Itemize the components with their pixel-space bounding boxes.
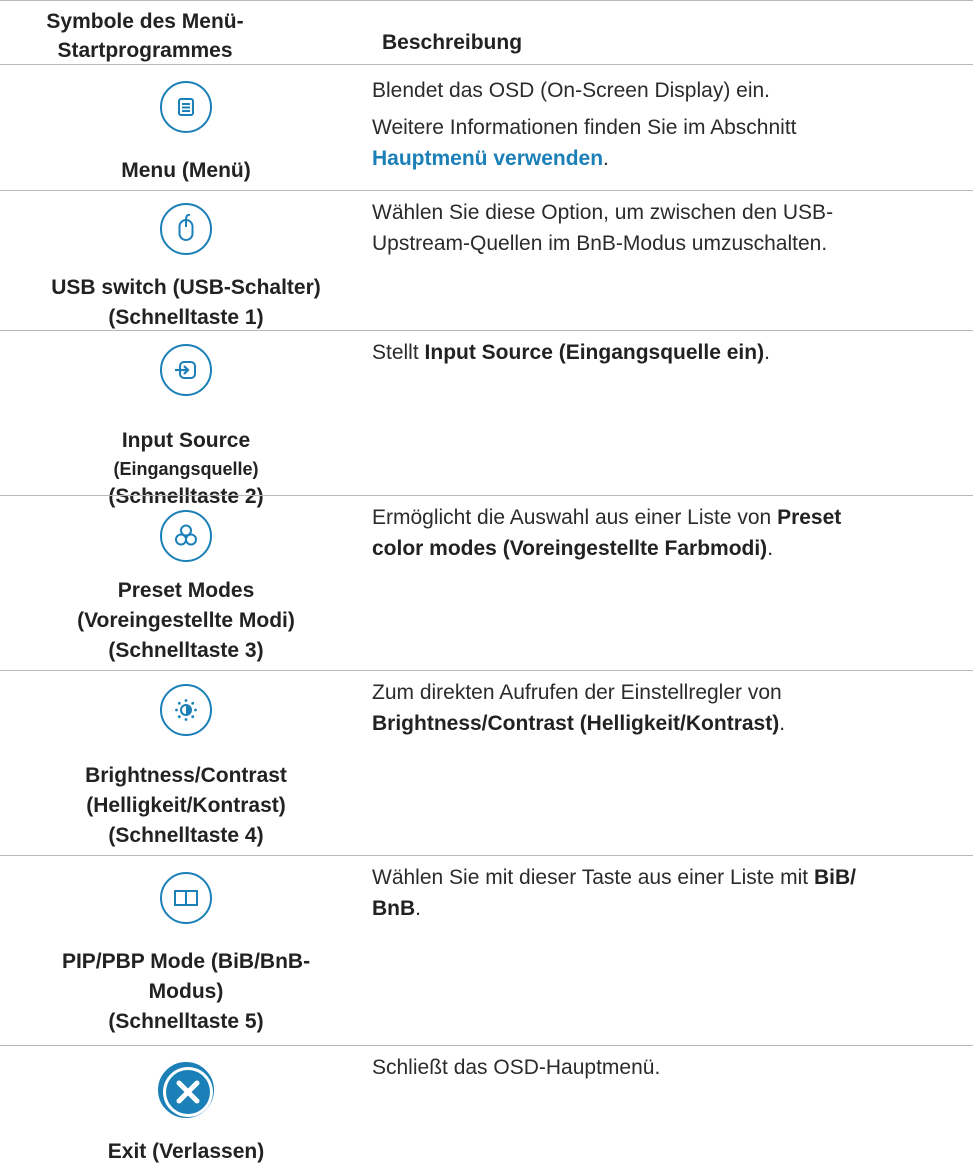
menu-button[interactable] [160, 81, 212, 133]
pip-desc-bold1: BiB/ [813, 866, 856, 889]
brightness-label-line3: (Schnelltaste 4) [108, 824, 264, 847]
exit-label: Exit (Verlassen) [0, 1137, 372, 1167]
exit-button[interactable] [158, 1062, 214, 1118]
preset-desc-prefix: Ermöglicht die Auswahl aus einer Liste v… [372, 506, 778, 529]
table-row-input-source: Input Source (Eingangsquelle) (Schnellta… [0, 330, 973, 508]
usb-desc-line1: Wählen Sie diese Option, um zwischen den… [372, 201, 834, 224]
table-row-pip-pbp: PIP/PBP Mode (BiB/BnB- Modus) (Schnellta… [0, 855, 973, 1045]
menu-desc-prefix: Weitere Informationen finden Sie im Absc… [372, 116, 797, 139]
pip-pbp-description: Wählen Sie mit dieser Taste aus einer Li… [372, 862, 962, 924]
header-description: Beschreibung [382, 31, 523, 54]
exit-close-icon [163, 1067, 213, 1117]
table-header-row: Symbole des Menü- Startprogrammes Beschr… [0, 0, 973, 64]
exit-label-line1: Exit (Verlassen) [107, 1140, 265, 1163]
input-source-description: Stellt Input Source (Eingangsquelle ein)… [372, 337, 962, 368]
usb-switch-button[interactable] [160, 203, 212, 255]
input-source-label-line2: (Eingangsquelle) [113, 459, 259, 479]
pip-desc-suffix: . [415, 897, 422, 920]
menu-desc-suffix: . [603, 147, 609, 170]
usb-switch-description: Wählen Sie diese Option, um zwischen den… [372, 197, 962, 259]
table-row-preset-modes: Preset Modes (Voreingestellte Modi) (Sch… [0, 495, 973, 670]
pip-desc-prefix: Wählen Sie mit dieser Taste aus einer Li… [372, 866, 814, 889]
preset-desc-suffix: . [767, 537, 774, 560]
brightness-contrast-button[interactable] [160, 684, 212, 736]
input-desc-bold: Input Source (Eingangsquelle ein) [424, 341, 765, 364]
preset-label-line3: (Schnelltaste 3) [108, 639, 264, 662]
brightness-label-line1: Brightness/Contrast [85, 764, 287, 787]
table-row-brightness-contrast: Brightness/Contrast (Helligkeit/Kontrast… [0, 670, 973, 855]
exit-description: Schließt das OSD-Hauptmenü. [372, 1056, 661, 1079]
header-symbols: Symbole des Menü- Startprogrammes [0, 7, 290, 65]
input-desc-prefix: Stellt [372, 341, 425, 364]
header-symbols-line1: Symbole des Menü- [46, 10, 244, 33]
menu-label-line1: Menu (Menü) [121, 159, 251, 182]
brightness-contrast-label: Brightness/Contrast (Helligkeit/Kontrast… [0, 761, 372, 851]
preset-modes-button[interactable] [160, 510, 212, 562]
preset-desc-bold2: color modes (Voreingestellte Farbmodi) [372, 537, 768, 560]
preset-modes-label: Preset Modes (Voreingestellte Modi) (Sch… [0, 576, 372, 666]
header-symbols-line2: Startprogrammes [57, 39, 233, 62]
menu-list-icon [178, 98, 194, 116]
input-source-icon [175, 361, 196, 379]
input-desc-suffix: . [764, 341, 770, 364]
brightness-desc-bold: Brightness/Contrast (Helligkeit/Kontrast… [372, 712, 780, 735]
brightness-contrast-icon [175, 699, 197, 721]
brightness-desc-line1: Zum direkten Aufrufen der Einstellregler… [372, 681, 782, 704]
preset-modes-description: Ermöglicht die Auswahl aus einer Liste v… [372, 502, 962, 564]
usb-switch-label: USB switch (USB-Schalter) (Schnelltaste … [0, 273, 372, 333]
brightness-desc-suffix: . [779, 712, 786, 735]
brightness-contrast-description: Zum direkten Aufrufen der Einstellregler… [372, 677, 962, 739]
preset-label-line2: (Voreingestellte Modi) [77, 609, 295, 632]
input-source-button[interactable] [160, 344, 212, 396]
brightness-label-line2: (Helligkeit/Kontrast) [86, 794, 286, 817]
pip-pbp-label: PIP/PBP Mode (BiB/BnB- Modus) (Schnellta… [0, 947, 372, 1037]
pip-pbp-icon [174, 890, 198, 906]
pip-desc-bold2: BnB [372, 897, 416, 920]
menu-label: Menu (Menü) [0, 156, 372, 186]
usb-desc-line2: Upstream-Quellen im BnB-Modus umzuschalt… [372, 232, 828, 255]
table-row-exit: Exit (Verlassen) Schließt das OSD-Hauptm… [0, 1045, 973, 1170]
preset-label-line1: Preset Modes [117, 579, 255, 602]
usb-switch-label-line2: (Schnelltaste 1) [108, 306, 264, 329]
main-menu-link[interactable]: Hauptmenü verwenden [372, 147, 603, 170]
pip-label-line1: PIP/PBP Mode (BiB/BnB- [61, 950, 311, 973]
pip-pbp-button[interactable] [160, 872, 212, 924]
input-source-label-line1: Input Source [121, 429, 251, 452]
pip-label-line2: Modus) [148, 980, 224, 1003]
table-row-usb-switch: USB switch (USB-Schalter) (Schnelltaste … [0, 190, 973, 330]
preset-desc-bold1: Preset [777, 506, 842, 529]
menu-desc-line2: Weitere Informationen finden Sie im Absc… [372, 112, 962, 174]
menu-desc-line1: Blendet das OSD (On-Screen Display) ein. [372, 79, 771, 102]
pip-label-line3: (Schnelltaste 5) [108, 1010, 264, 1033]
usb-switch-label-line1: USB switch (USB-Schalter) [51, 276, 321, 299]
menu-description: Blendet das OSD (On-Screen Display) ein.… [372, 75, 962, 174]
table-row-menu: Menu (Menü) Blendet das OSD (On-Screen D… [0, 64, 973, 190]
mouse-icon [178, 213, 194, 241]
preset-modes-icon [175, 524, 197, 546]
